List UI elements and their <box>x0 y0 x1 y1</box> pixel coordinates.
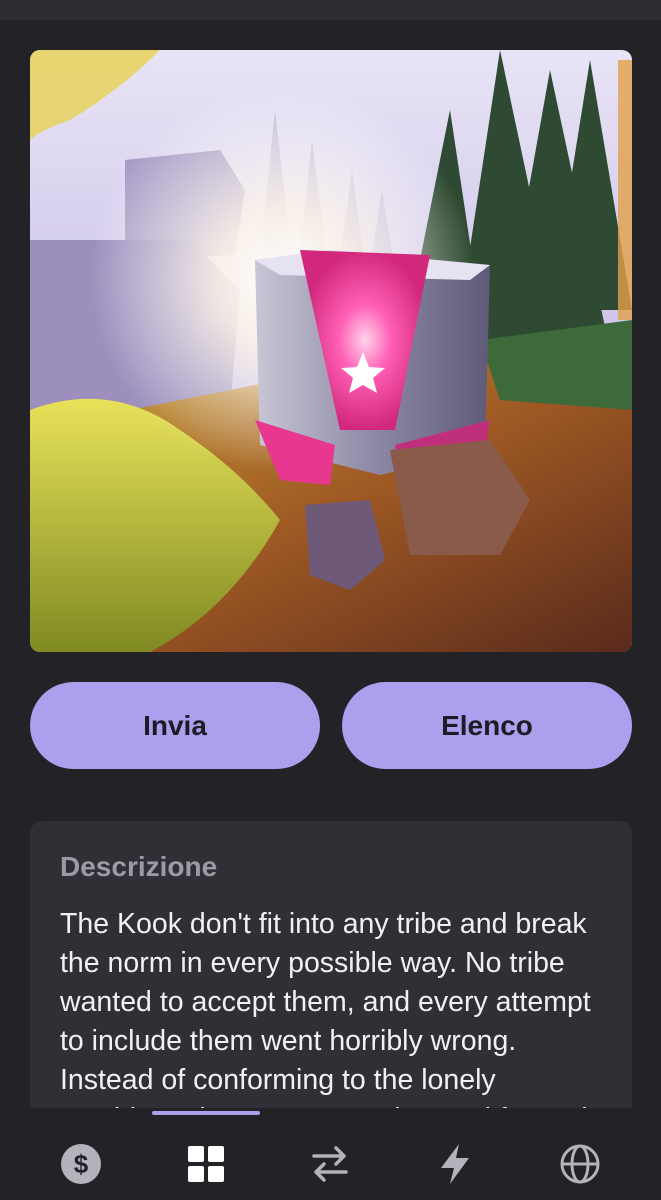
globe-icon <box>560 1144 600 1184</box>
nav-item-web[interactable] <box>552 1136 608 1192</box>
status-bar-strip <box>0 0 661 20</box>
swap-arrows-icon <box>312 1146 348 1182</box>
dollar-coin-icon: $ <box>61 1144 101 1184</box>
nav-item-transfer[interactable] <box>302 1136 358 1192</box>
app-screen: Invia Elenco Descrizione The Kook don't … <box>0 0 661 1200</box>
send-button[interactable]: Invia <box>30 682 320 769</box>
nav-item-currency[interactable]: $ <box>53 1136 109 1192</box>
bottom-nav: $ <box>0 1108 661 1200</box>
active-tab-indicator <box>152 1111 260 1115</box>
nav-item-activity[interactable] <box>427 1136 483 1192</box>
description-title: Descrizione <box>60 851 218 882</box>
nav-item-collection[interactable] <box>178 1136 234 1192</box>
list-button[interactable]: Elenco <box>342 682 632 769</box>
nft-artwork <box>30 50 632 652</box>
svg-text:$: $ <box>74 1149 89 1179</box>
chest-illustration <box>30 50 632 652</box>
grid-icon <box>188 1146 224 1182</box>
lightning-icon <box>441 1144 469 1184</box>
